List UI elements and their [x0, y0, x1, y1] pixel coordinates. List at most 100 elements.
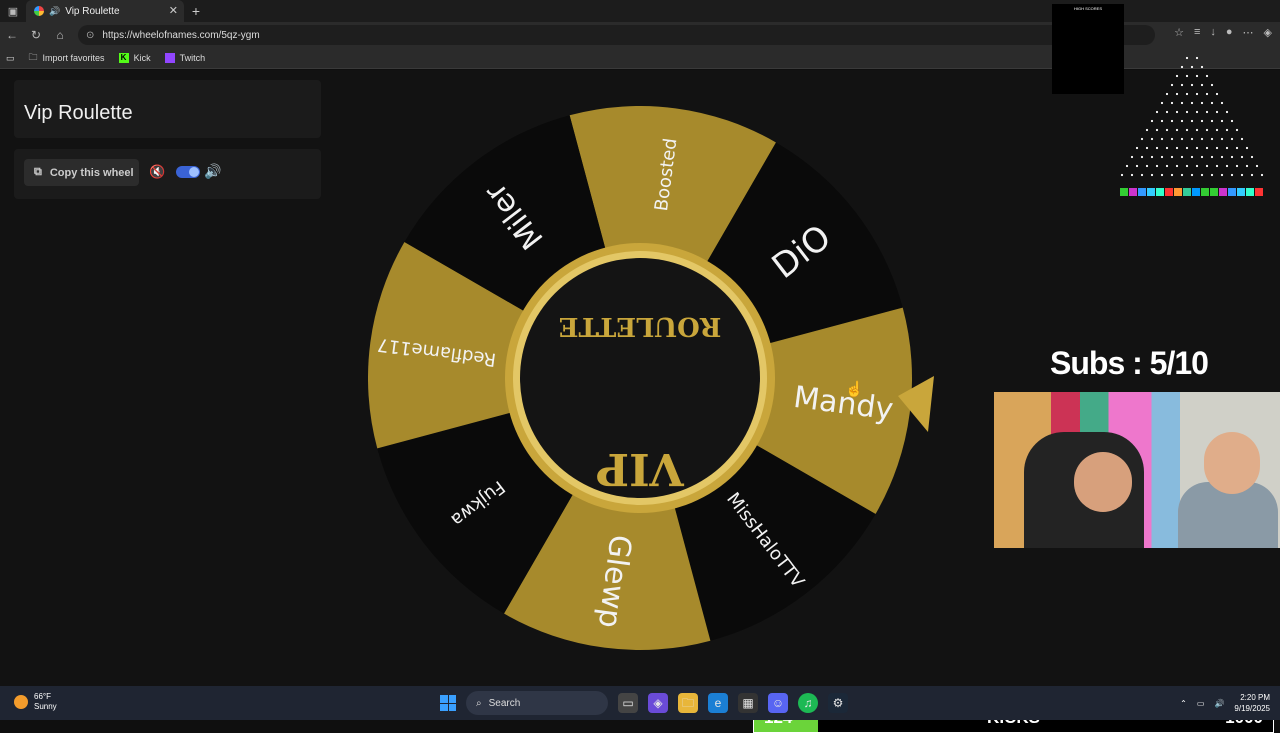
plinko-peg: [1180, 65, 1184, 69]
plinko-peg: [1225, 110, 1229, 114]
store-icon[interactable]: ▦: [738, 693, 758, 713]
plinko-peg: [1155, 110, 1159, 114]
plinko-bucket: [1147, 188, 1155, 196]
plinko-peg: [1200, 155, 1204, 159]
plinko-peg: [1190, 65, 1194, 69]
high-scores-title: HIGH SCORES: [1073, 6, 1102, 11]
tab-vip-roulette[interactable]: 🔊 Vip Roulette ✕: [26, 0, 184, 22]
taskbar-apps: ⌕ Search ▭ ◈ 🗀 e ▦ ☺ ♫ ⚙: [440, 691, 848, 715]
volume-icon[interactable]: 🔊: [204, 163, 221, 180]
plinko-peg: [1175, 110, 1179, 114]
download-icon[interactable]: ↓: [1210, 26, 1216, 39]
copilot-app-icon[interactable]: ◈: [648, 693, 668, 713]
bookmark-import-favorites[interactable]: 🗀 Import favorites: [29, 50, 105, 66]
plinko-peg: [1220, 119, 1224, 123]
plinko-peg: [1210, 137, 1214, 141]
plinko-peg: [1255, 164, 1259, 168]
plinko-peg: [1190, 119, 1194, 123]
favorite-star-icon[interactable]: ☆: [1174, 26, 1184, 39]
plinko-peg: [1150, 119, 1154, 123]
face-right: [1204, 432, 1260, 494]
close-tab-icon[interactable]: ✕: [169, 4, 178, 17]
plinko-peg: [1165, 92, 1169, 96]
plinko-peg: [1165, 128, 1169, 132]
more-menu-icon[interactable]: ⋯: [1243, 26, 1254, 39]
title-card: Vip Roulette: [14, 80, 321, 138]
plinko-peg: [1185, 110, 1189, 114]
spotify-icon[interactable]: ♫: [798, 693, 818, 713]
plinko-peg: [1160, 155, 1164, 159]
bookmark-kick[interactable]: K Kick: [118, 53, 151, 63]
plinko-peg: [1140, 155, 1144, 159]
plinko-peg: [1185, 128, 1189, 132]
sound-toggle[interactable]: [176, 166, 200, 178]
bookmark-twitch[interactable]: Twitch: [164, 53, 205, 63]
profile-avatar[interactable]: ●: [1226, 26, 1233, 39]
plinko-peg: [1235, 146, 1239, 150]
sun-icon: [14, 695, 28, 709]
plinko-bucket: [1165, 188, 1173, 196]
hub-text-bottom: VIP: [596, 443, 685, 494]
network-icon[interactable]: ▭: [1197, 699, 1205, 708]
hub-text-top: ROULETTE: [559, 311, 722, 341]
plinko-bucket: [1201, 188, 1209, 196]
chevron-up-icon[interactable]: ⌃: [1180, 699, 1187, 708]
speaker-icon[interactable]: 🔊: [49, 6, 60, 17]
plinko-peg: [1170, 173, 1174, 177]
address-bar[interactable]: ⊙ https://wheelofnames.com/5qz-ygm: [78, 25, 1155, 45]
sidebar-toggle-icon[interactable]: ▭: [6, 53, 15, 64]
plinko-peg: [1235, 128, 1239, 132]
plinko-peg: [1150, 155, 1154, 159]
plinko-peg: [1165, 110, 1169, 114]
collections-icon[interactable]: ≡: [1194, 26, 1200, 39]
taskbar-search[interactable]: ⌕ Search: [466, 691, 608, 715]
plinko-peg: [1200, 65, 1204, 69]
plinko-peg: [1150, 137, 1154, 141]
refresh-button[interactable]: ↻: [24, 28, 48, 42]
plinko-peg: [1175, 74, 1179, 78]
plinko-peg: [1185, 92, 1189, 96]
taskbar: 66°F Sunny ⌕ Search ▭ ◈ 🗀 e ▦ ☺ ♫ ⚙ ⌃ ▭ …: [0, 686, 1280, 720]
plinko-peg: [1225, 164, 1229, 168]
folder-icon: 🗀: [28, 52, 38, 62]
discord-icon[interactable]: ☺: [768, 693, 788, 713]
copilot-icon[interactable]: ◈: [1264, 26, 1272, 39]
new-tab-button[interactable]: +: [184, 3, 208, 19]
plinko-peg: [1195, 92, 1199, 96]
url-text: https://wheelofnames.com/5qz-ygm: [102, 29, 260, 41]
mute-icon[interactable]: 🔇: [149, 164, 165, 180]
steam-icon[interactable]: ⚙: [828, 693, 848, 713]
edge-icon[interactable]: e: [708, 693, 728, 713]
copy-label: Copy this wheel: [49, 166, 134, 179]
wheel-favicon-icon: [34, 6, 44, 16]
plinko-bucket: [1174, 188, 1182, 196]
plinko-peg: [1185, 74, 1189, 78]
plinko-peg: [1210, 155, 1214, 159]
plinko-peg: [1190, 83, 1194, 87]
speaker-tray-icon[interactable]: 🔊: [1214, 699, 1224, 708]
windows-start-icon[interactable]: [440, 695, 456, 711]
plinko-peg: [1175, 92, 1179, 96]
plinko-peg: [1185, 146, 1189, 150]
plinko-peg: [1230, 155, 1234, 159]
plinko-peg: [1230, 119, 1234, 123]
back-button[interactable]: ←: [0, 28, 24, 42]
tab-actions-icon[interactable]: ▣: [0, 0, 26, 22]
plinko-peg: [1225, 128, 1229, 132]
plinko-peg: [1200, 101, 1204, 105]
file-explorer-icon[interactable]: 🗀: [678, 693, 698, 713]
site-info-icon[interactable]: ⊙: [86, 30, 94, 41]
page-title: Vip Roulette: [24, 102, 133, 124]
plinko-peg: [1230, 173, 1234, 177]
plinko-peg: [1140, 173, 1144, 177]
plinko-peg: [1205, 92, 1209, 96]
plinko-peg: [1135, 146, 1139, 150]
plinko-bucket: [1120, 188, 1128, 196]
weather-widget[interactable]: 66°F Sunny: [14, 692, 57, 712]
home-button[interactable]: ⌂: [48, 28, 72, 42]
plinko-peg: [1205, 164, 1209, 168]
copy-wheel-button[interactable]: ⧉ Copy this wheel: [24, 159, 139, 186]
hand-cursor-icon: ☝: [845, 381, 864, 398]
task-view-icon[interactable]: ▭: [618, 693, 638, 713]
clock[interactable]: 2:20 PM 9/19/2025: [1234, 692, 1270, 714]
